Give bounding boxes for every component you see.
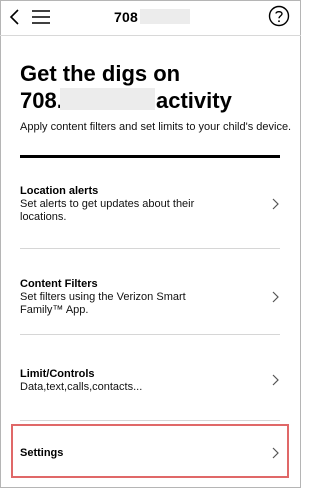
row-divider [20,334,280,335]
back-chevron-icon[interactable] [7,8,23,26]
redacted-number [140,9,190,24]
hero-description: Apply content filters and set limits to … [20,121,292,133]
section-divider [20,155,280,158]
hero-title-suffix: activity [156,88,232,113]
menu-item-title: Content Filters [20,278,98,290]
menu-item-settings[interactable]: Settings [20,446,280,460]
menu-item-content-filters[interactable]: Content Filters Set filters using the Ve… [20,277,280,317]
menu-item-location-alerts[interactable]: Location alerts Set alerts to get update… [20,184,280,224]
menu-item-subtitle: Set alerts to get updates about their lo… [20,198,195,223]
menu-item-title: Limit/Controls [20,368,95,380]
hero-title-prefix: 708. [20,88,63,113]
row-divider [20,420,280,421]
menu-item-subtitle: Set filters using the Verizon Smart Fami… [20,291,186,316]
menu-item-subtitle: Data,text,calls,contacts... [20,381,143,393]
chevron-right-icon [272,291,279,303]
help-circle-icon[interactable] [268,5,290,27]
menu-item-limit-controls[interactable]: Limit/Controls Data,text,calls,contacts.… [20,367,280,395]
chevron-right-icon [272,198,279,210]
menu-item-title: Location alerts [20,185,99,197]
hero-title: Get the digs on [20,61,181,86]
chevron-right-icon [272,447,279,459]
chevron-right-icon [272,374,279,386]
top-bar: 708 [0,0,301,36]
menu-item-title: Settings [20,447,64,459]
page-title: 708 [114,9,138,25]
hamburger-menu-icon[interactable] [31,9,51,25]
redacted-number [60,88,155,110]
row-divider [20,248,280,249]
